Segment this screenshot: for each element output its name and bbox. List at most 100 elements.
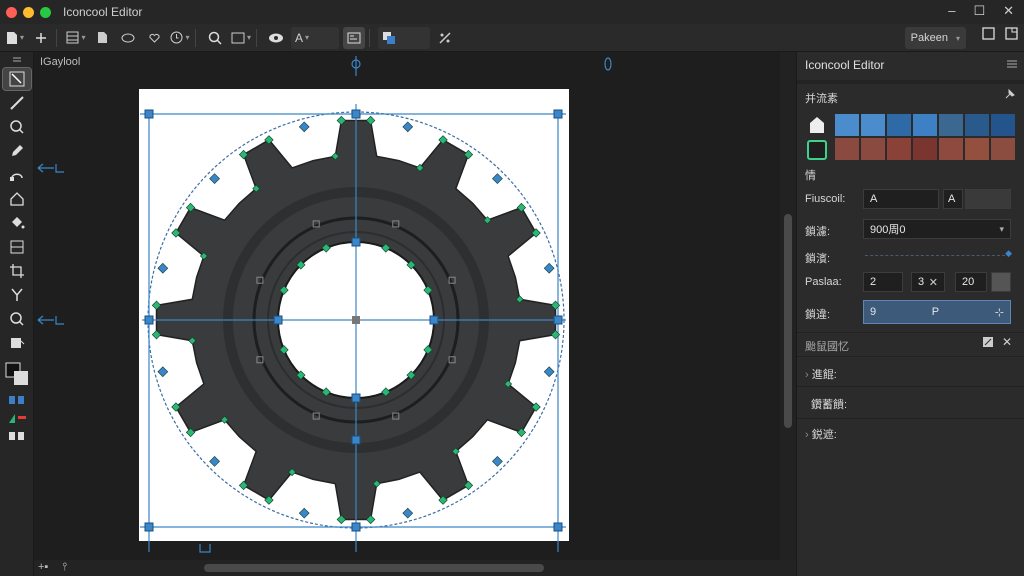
color-swatch[interactable] xyxy=(991,138,1015,160)
guide-marker-top[interactable] xyxy=(351,56,361,76)
outer-handle[interactable] xyxy=(209,456,220,467)
fill-tool[interactable] xyxy=(3,212,31,234)
crop-tool[interactable] xyxy=(3,260,31,282)
minimize-dot-icon[interactable] xyxy=(23,6,34,18)
outer-handle[interactable] xyxy=(298,507,310,519)
color-mode-icon[interactable] xyxy=(3,410,31,426)
color-swatch[interactable] xyxy=(887,138,911,160)
paint-tool[interactable] xyxy=(3,332,31,354)
guide-marker-top-right[interactable] xyxy=(604,57,612,71)
guide-marker-bottom[interactable] xyxy=(199,544,211,553)
outer-handle[interactable] xyxy=(298,121,310,133)
shape-button[interactable] xyxy=(143,27,165,49)
node-tool[interactable] xyxy=(3,164,31,186)
grid-button[interactable] xyxy=(65,27,87,49)
outer-handle[interactable] xyxy=(543,262,555,274)
bounding-handle[interactable] xyxy=(553,522,563,532)
color-swatch[interactable] xyxy=(991,114,1015,136)
maximize-button[interactable]: ☐ xyxy=(973,3,985,19)
outer-handle[interactable] xyxy=(157,262,169,274)
fill-color-icon[interactable] xyxy=(807,115,827,135)
profile-select[interactable]: Pakeen ▾ xyxy=(904,27,966,49)
close-icon[interactable]: ✕ xyxy=(929,276,938,289)
bounding-handle[interactable] xyxy=(144,522,154,532)
fill-stroke-swatch[interactable] xyxy=(3,360,31,390)
row5-field[interactable]: 9 P ⊹ xyxy=(863,300,1011,324)
new-file-button[interactable] xyxy=(4,27,26,49)
font-style-button[interactable]: A xyxy=(943,189,963,209)
search-button[interactable] xyxy=(204,27,226,49)
font-field[interactable]: A xyxy=(863,189,939,209)
lasso-button[interactable] xyxy=(117,27,139,49)
view-mode-icon[interactable] xyxy=(3,428,31,444)
pin-icon[interactable] xyxy=(1004,88,1016,103)
layers-mini-icon[interactable] xyxy=(3,392,31,408)
outer-handle[interactable] xyxy=(209,173,220,184)
horizontal-scroll-thumb[interactable] xyxy=(204,564,544,572)
add-button[interactable] xyxy=(30,27,52,49)
color-swatch[interactable] xyxy=(913,138,937,160)
outer-handle[interactable] xyxy=(402,507,414,519)
outer-handle[interactable] xyxy=(492,173,503,184)
panel-menu-icon[interactable] xyxy=(1006,58,1018,72)
bounding-handle[interactable] xyxy=(351,393,361,403)
bounding-handle[interactable] xyxy=(273,315,283,325)
color-swatch[interactable] xyxy=(887,114,911,136)
close-icon[interactable]: ✕ xyxy=(1002,335,1012,349)
select-tool[interactable] xyxy=(2,67,32,91)
bounding-handle[interactable] xyxy=(351,522,361,532)
no-color-button[interactable] xyxy=(434,27,456,49)
tree-item-2[interactable]: 鑽蓄饋: xyxy=(811,396,847,412)
guide-marker-left-bottom[interactable] xyxy=(37,315,64,325)
center-point-icon[interactable] xyxy=(352,316,360,324)
row4-field-2[interactable]: 3 ✕ xyxy=(911,272,945,292)
color-swatch[interactable] xyxy=(965,114,989,136)
outer-handle[interactable] xyxy=(402,121,414,133)
pen-tool[interactable] xyxy=(3,92,31,114)
gear-canvas[interactable] xyxy=(34,52,796,560)
color-swatch[interactable] xyxy=(913,114,937,136)
guide-marker-left-top[interactable] xyxy=(37,163,64,173)
zoom-dot-icon[interactable] xyxy=(40,6,51,18)
canvas-workspace[interactable]: IGaylool xyxy=(34,52,796,560)
add-node-icon[interactable]: ⊹ xyxy=(995,306,1004,319)
close-button[interactable]: ✕ xyxy=(1003,3,1014,19)
zoom-tool[interactable] xyxy=(3,116,31,138)
color-swatch[interactable] xyxy=(861,138,885,160)
color-swatch[interactable] xyxy=(965,138,989,160)
outer-handle[interactable] xyxy=(543,366,555,378)
row2-select[interactable]: 900周0 ▾ xyxy=(863,219,1011,239)
outer-handle[interactable] xyxy=(157,366,169,378)
bounding-handle[interactable] xyxy=(553,109,563,119)
minimize-button[interactable]: – xyxy=(948,3,955,19)
magnifier-tool[interactable] xyxy=(3,308,31,330)
bounding-handle[interactable] xyxy=(144,315,154,325)
row4-field-1[interactable]: 2 xyxy=(863,272,903,292)
close-dot-icon[interactable] xyxy=(6,6,17,18)
align-button[interactable] xyxy=(343,26,365,49)
color-swatch[interactable] xyxy=(861,114,885,136)
connector-tool[interactable] xyxy=(3,284,31,306)
font-color-field[interactable] xyxy=(965,189,1011,209)
color-swatch[interactable] xyxy=(835,138,859,160)
horizontal-scrollbar[interactable] xyxy=(34,560,796,576)
add-page-icon[interactable]: +▪ xyxy=(38,561,48,574)
tree-item-3[interactable]: › 鋭遮: xyxy=(805,426,837,442)
panel-toggle-icon[interactable] xyxy=(982,27,995,43)
outer-handle[interactable] xyxy=(492,456,503,467)
frame-button[interactable] xyxy=(230,27,252,49)
transform-tool[interactable] xyxy=(3,236,31,258)
bounding-handle[interactable] xyxy=(351,109,361,119)
view-button[interactable] xyxy=(265,27,287,49)
stroke-color-icon[interactable] xyxy=(807,140,827,160)
color-swatch[interactable] xyxy=(835,114,859,136)
bounding-handle[interactable] xyxy=(144,109,154,119)
row4-color-field[interactable] xyxy=(991,272,1011,292)
fit-icon[interactable]: ⫯ xyxy=(62,561,67,574)
vertical-scrollbar[interactable] xyxy=(780,52,796,560)
bounding-handle[interactable] xyxy=(553,315,563,325)
clock-button[interactable] xyxy=(169,27,191,49)
edit-icon[interactable] xyxy=(982,336,994,351)
color-swatch[interactable] xyxy=(939,138,963,160)
page-button[interactable] xyxy=(91,27,113,49)
